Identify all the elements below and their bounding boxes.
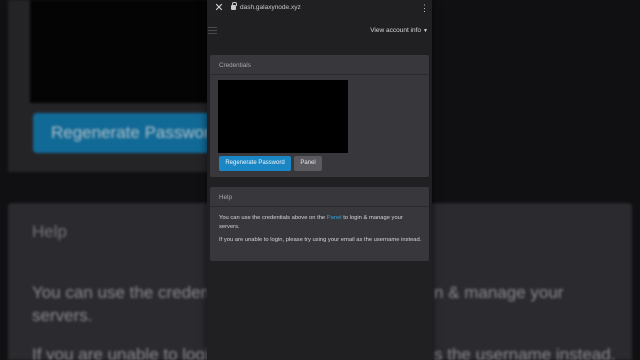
credentials-box (218, 80, 348, 153)
url-text[interactable]: dash.galaxynode.xyz (240, 4, 301, 11)
browser-bar: ✕ dash.galaxynode.xyz ⋮ (207, 0, 432, 18)
help-paragraph-2: If you are unable to login, please try u… (219, 237, 422, 243)
chevron-down-icon: ▼ (423, 28, 428, 34)
panel-link[interactable]: Panel (327, 215, 342, 221)
help-text-before: You can use the credentials above on the (219, 215, 327, 221)
divider (210, 74, 429, 75)
close-icon[interactable]: ✕ (214, 2, 224, 14)
account-link-label: View account info (370, 27, 422, 34)
help-paragraph-1: You can use the credentials above on the… (219, 214, 419, 231)
app-header: View account info ▼ (207, 18, 432, 46)
regenerate-password-button[interactable]: Regenerate Password (219, 156, 291, 171)
phone-screen: ✕ dash.galaxynode.xyz ⋮ View account inf… (207, 0, 432, 360)
panel-button[interactable]: Panel (294, 156, 322, 171)
hamburger-menu-icon[interactable] (208, 27, 217, 36)
help-panel: Help You can use the credentials above o… (210, 187, 429, 261)
divider (210, 206, 429, 207)
view-account-info-dropdown[interactable]: View account info ▼ (370, 27, 428, 34)
lock-icon (231, 2, 237, 10)
credentials-title: Credentials (219, 62, 251, 69)
more-vertical-icon[interactable]: ⋮ (420, 3, 429, 13)
credentials-panel: Credentials Regenerate Password Panel (210, 55, 429, 177)
help-title: Help (219, 194, 232, 201)
